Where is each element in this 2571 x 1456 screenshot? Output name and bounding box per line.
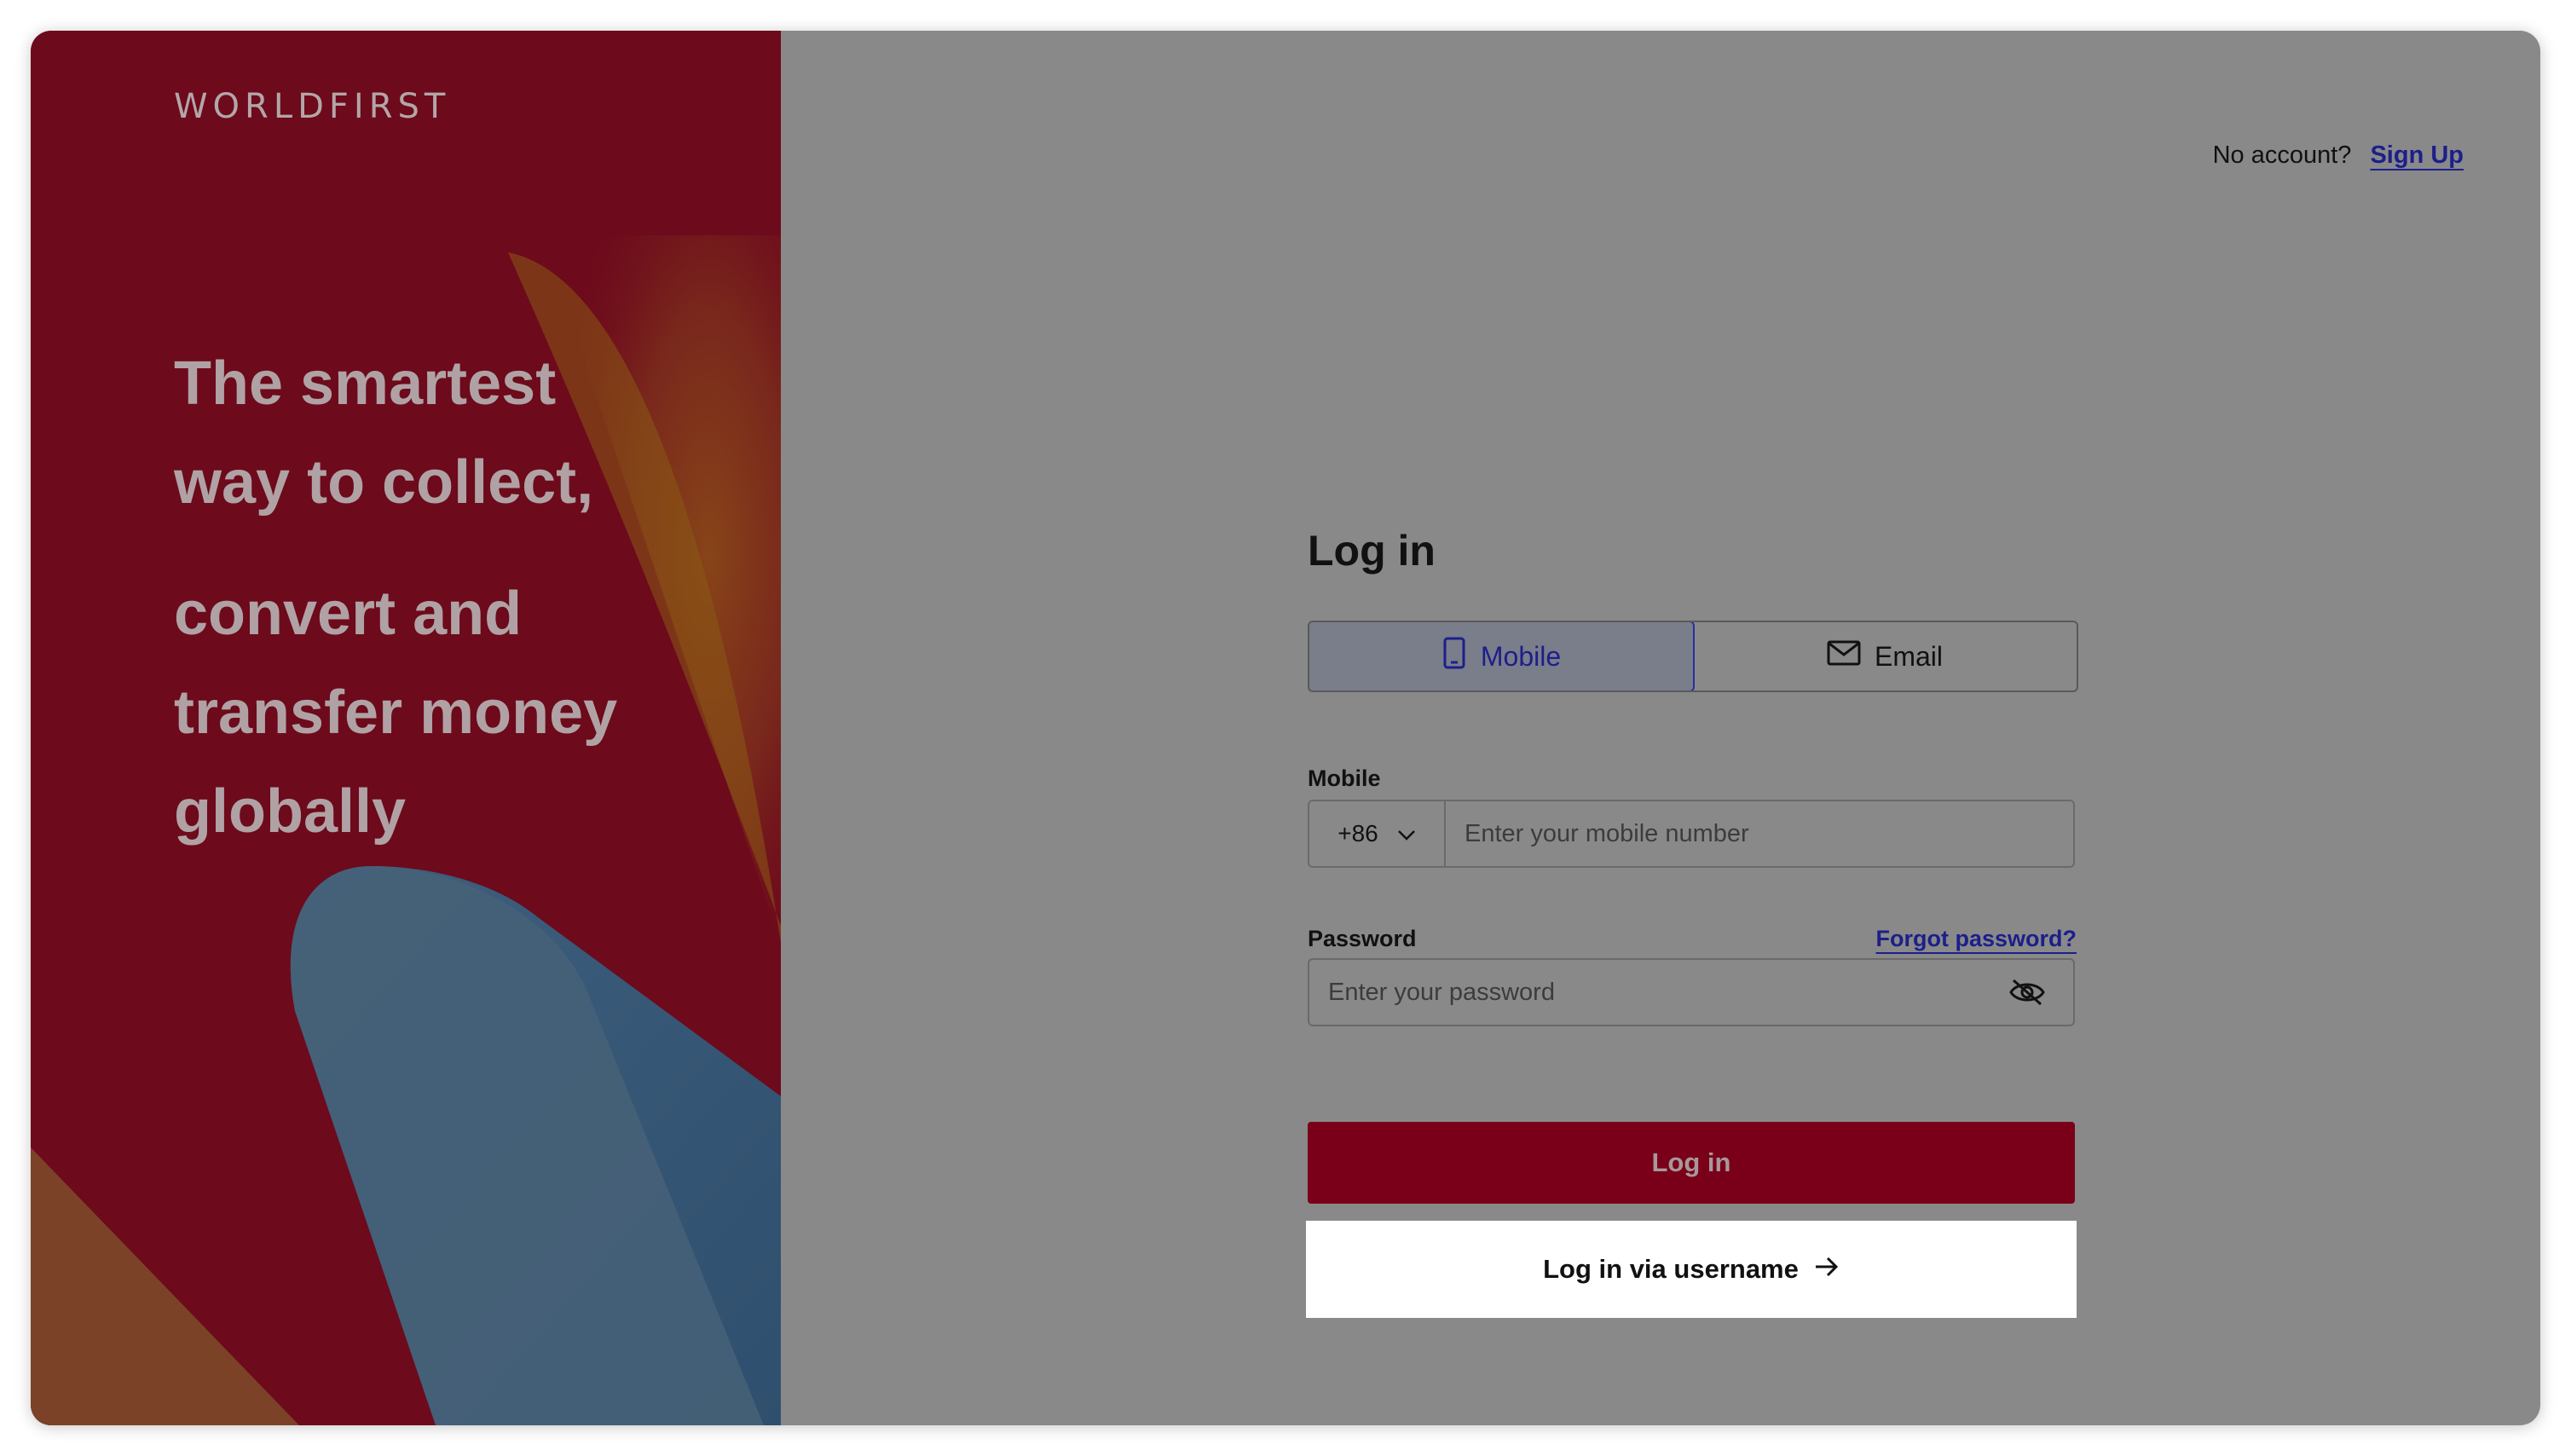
tab-email[interactable]: Email <box>1693 622 2077 690</box>
eye-off-icon[interactable] <box>2007 972 2048 1013</box>
password-field-group: Enter your password <box>1308 958 2075 1026</box>
mobile-field-group: +86 Enter your mobile number <box>1308 800 2075 868</box>
page-title: Log in <box>1308 527 1436 575</box>
promo-tagline-bottom: convert and transfer money globally <box>174 564 617 861</box>
promo-tagline-top: The smartest way to collect, <box>174 334 593 532</box>
login-method-tabs: Mobile Email <box>1308 621 2078 692</box>
signup-link[interactable]: Sign Up <box>2370 142 2464 169</box>
password-input[interactable]: Enter your password <box>1309 979 2007 1007</box>
promo-panel: WORLDFIRST The smartest way to collect, … <box>31 31 781 1425</box>
password-label: Password <box>1308 926 1417 951</box>
tagline-line: The smartest <box>174 350 557 418</box>
forgot-password-link[interactable]: Forgot password? <box>1876 926 2077 952</box>
arrow-right-icon <box>1814 1254 1840 1285</box>
brand-logo: WORLDFIRST <box>174 87 451 126</box>
tab-label: Email <box>1874 640 1943 672</box>
login-button[interactable]: Log in <box>1308 1122 2075 1204</box>
mail-icon <box>1827 639 1861 673</box>
signup-prompt: No account? Sign Up <box>2213 142 2464 170</box>
login-via-username-button[interactable]: Log in via username <box>1306 1221 2077 1318</box>
country-code-select[interactable]: +86 <box>1309 801 1446 866</box>
no-account-text: No account? <box>2212 142 2352 169</box>
chevron-down-icon <box>1397 820 1416 847</box>
mobile-number-input[interactable]: Enter your mobile number <box>1446 820 2073 848</box>
tab-mobile[interactable]: Mobile <box>1309 622 1695 690</box>
tagline-line: way to collect, <box>174 448 594 517</box>
tab-label: Mobile <box>1480 640 1562 672</box>
country-code-value: +86 <box>1337 820 1378 846</box>
tagline-line: transfer money <box>174 679 618 747</box>
login-form: Log in Mobile Email Mobile +86 Enter you… <box>1306 525 2078 1318</box>
login-window: WORLDFIRST The smartest way to collect, … <box>31 31 2540 1425</box>
username-button-label: Log in via username <box>1543 1254 1799 1284</box>
mobile-label: Mobile <box>1308 766 1381 791</box>
tagline-line: convert and <box>174 580 523 648</box>
phone-icon <box>1441 637 1467 676</box>
tagline-line: globally <box>174 777 407 846</box>
